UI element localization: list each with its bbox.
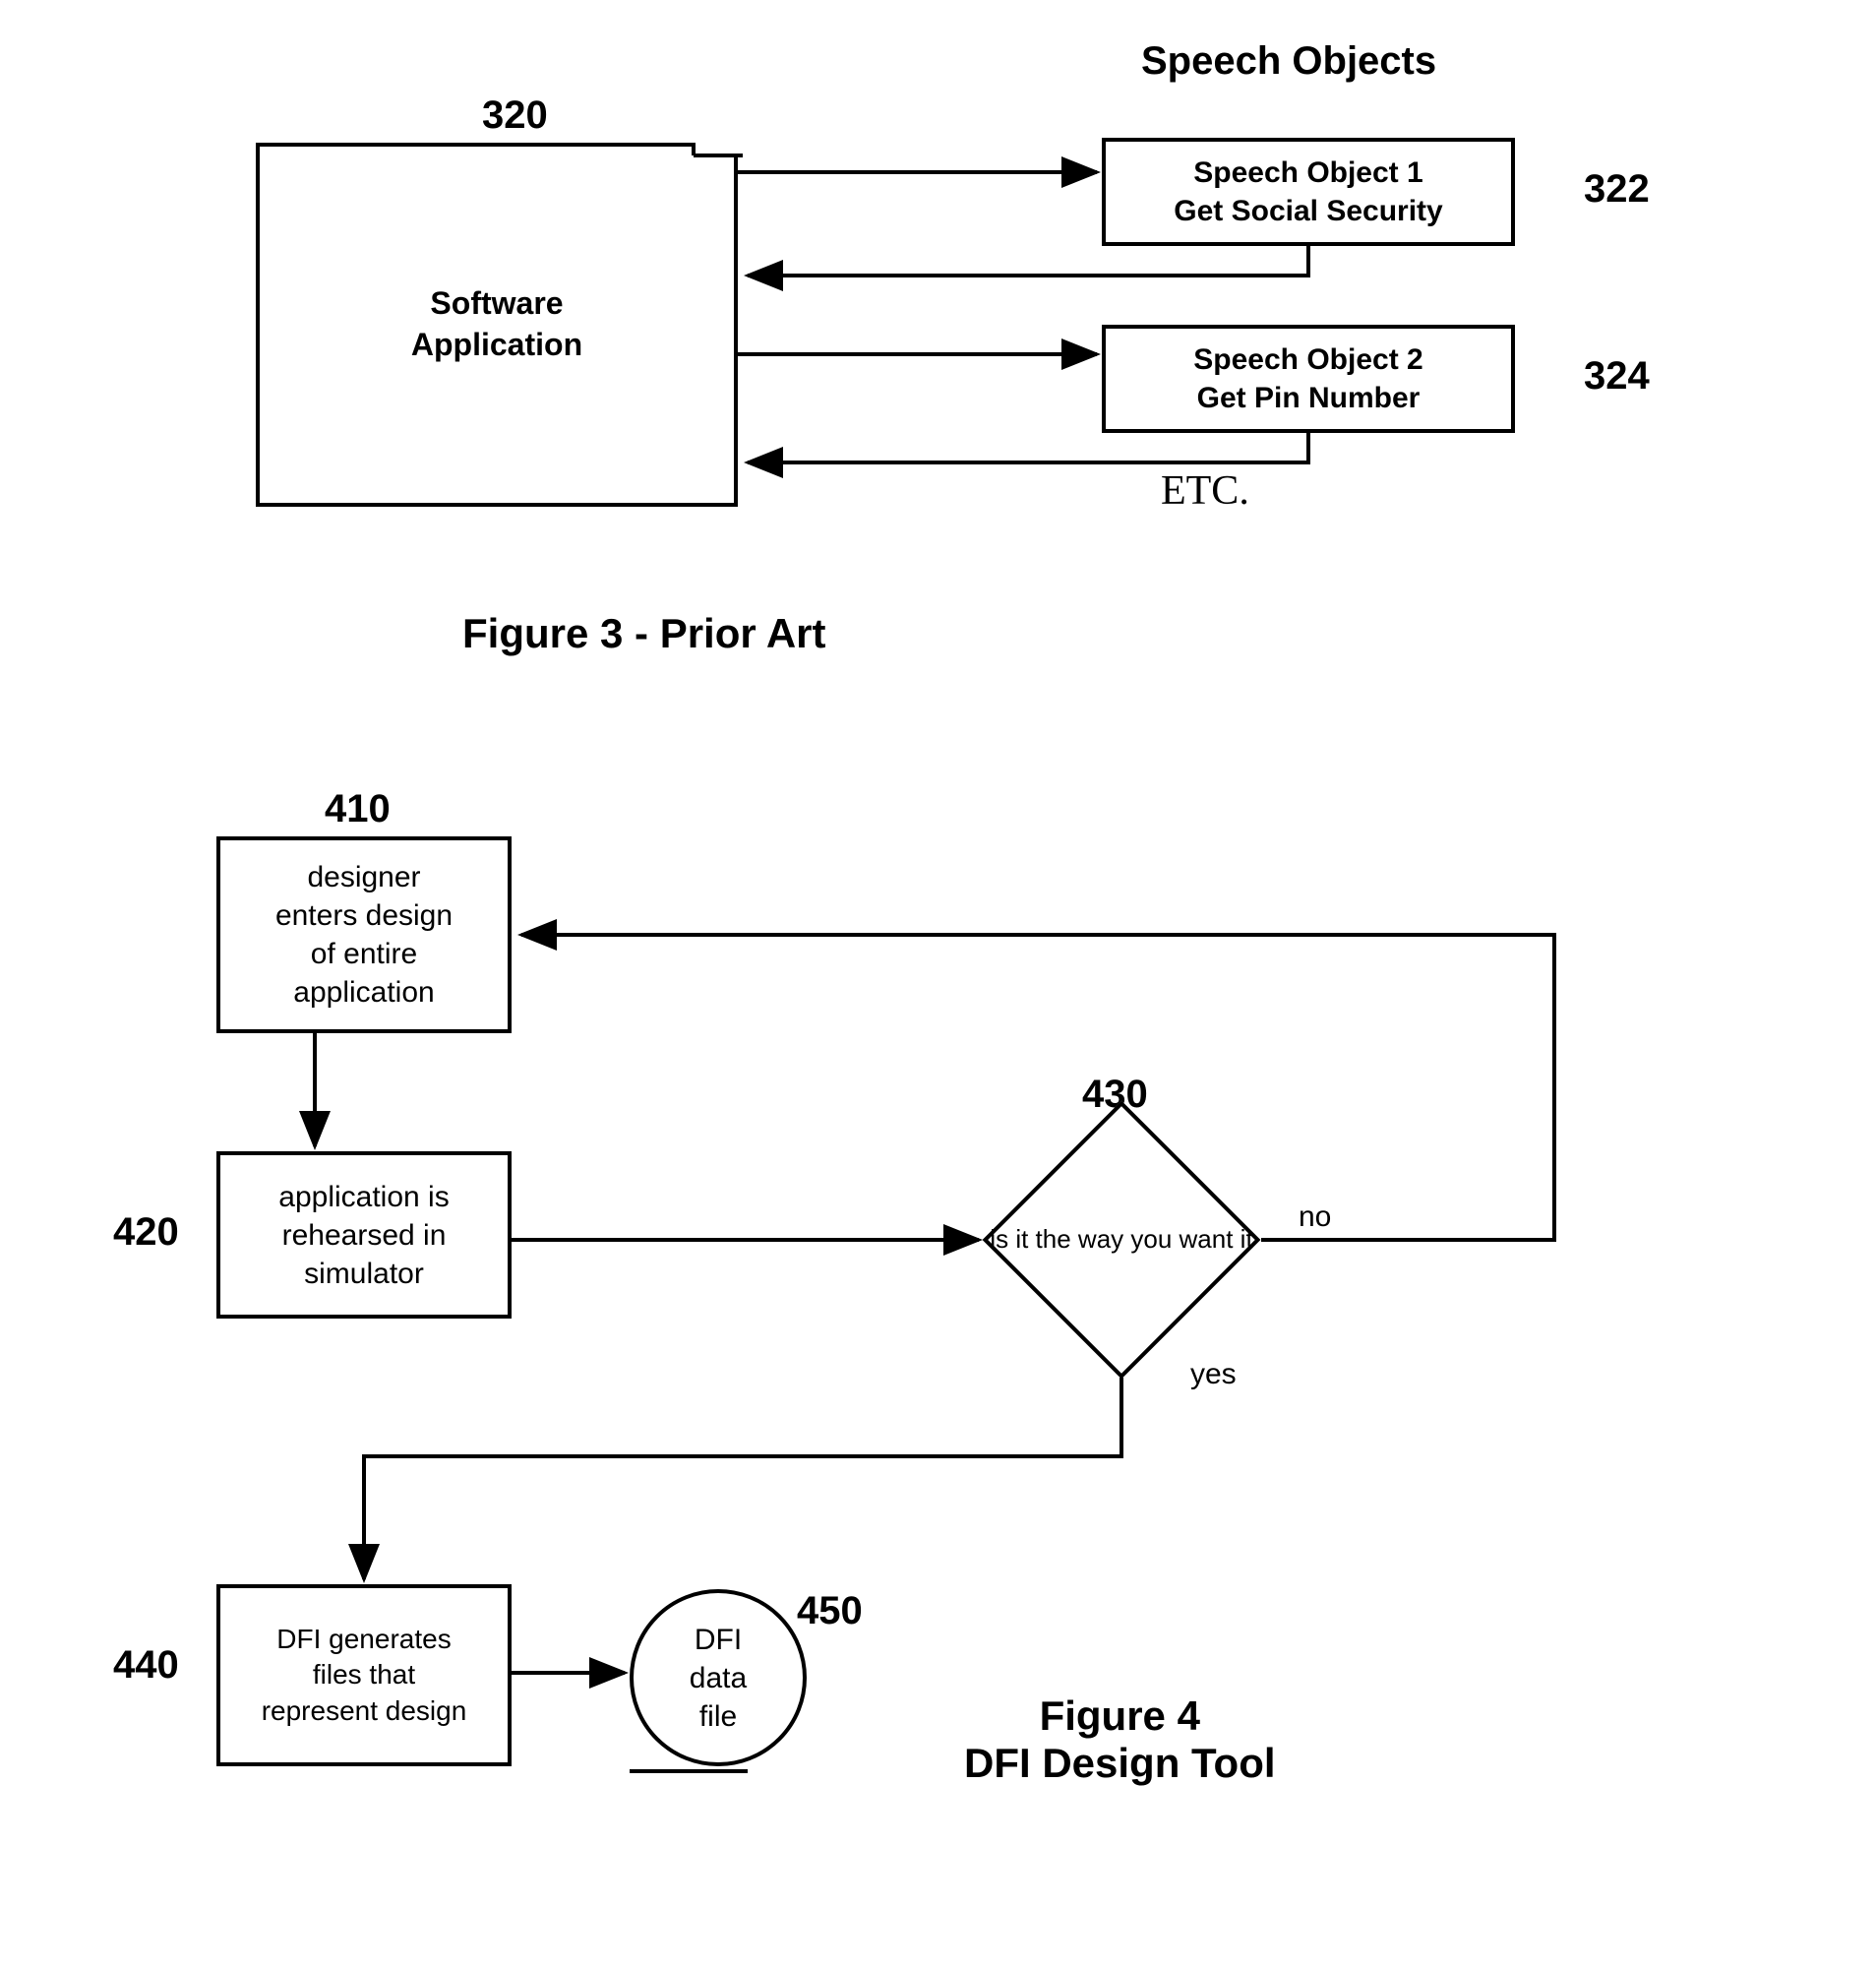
speech-object-2-text: Speech Object 2 Get Pin Number: [1193, 340, 1422, 417]
decision-430-text: is it the way you want it: [990, 1224, 1252, 1255]
edge-label-no: no: [1299, 1200, 1331, 1234]
software-application-box: Software Application: [256, 143, 738, 507]
speech-objects-heading: Speech Objects: [1141, 39, 1436, 84]
box-410-text: designer enters design of entire applica…: [275, 858, 453, 1012]
box-420-text: application is rehearsed in simulator: [278, 1178, 449, 1293]
speech-object-1-box: Speech Object 1 Get Social Security: [1102, 138, 1515, 246]
figure-3: Speech Objects 320 322 324 Software Appl…: [39, 39, 1837, 728]
software-application-text: Software Application: [411, 283, 582, 365]
figure3-caption: Figure 3 - Prior Art: [462, 610, 826, 657]
circle-450: DFI data file: [630, 1589, 807, 1766]
ref-label-324: 324: [1584, 354, 1650, 399]
edge-label-yes: yes: [1190, 1358, 1237, 1391]
ref-label-450: 450: [797, 1589, 863, 1633]
etc-text: ETC.: [1161, 467, 1249, 515]
ref-label-410: 410: [325, 787, 391, 831]
box-440-text: DFI generates files that represent desig…: [262, 1622, 467, 1729]
ref-label-320: 320: [482, 93, 548, 138]
figure4-caption-line1: Figure 4: [964, 1692, 1276, 1740]
decision-430: is it the way you want it: [984, 1102, 1259, 1378]
ref-label-440: 440: [113, 1643, 179, 1688]
ref-label-322: 322: [1584, 167, 1650, 212]
figure-4: 410 designer enters design of entire app…: [39, 787, 1837, 1870]
box-410: designer enters design of entire applica…: [216, 836, 512, 1033]
ref-label-420: 420: [113, 1210, 179, 1255]
box-420: application is rehearsed in simulator: [216, 1151, 512, 1319]
diagram-root: Speech Objects 320 322 324 Software Appl…: [39, 39, 1837, 1929]
speech-object-1-text: Speech Object 1 Get Social Security: [1174, 154, 1442, 230]
figure4-caption-line2: DFI Design Tool: [964, 1740, 1276, 1787]
box-440: DFI generates files that represent desig…: [216, 1584, 512, 1766]
figure4-caption: Figure 4 DFI Design Tool: [964, 1692, 1276, 1787]
speech-object-2-box: Speech Object 2 Get Pin Number: [1102, 325, 1515, 433]
circle-450-text: DFI data file: [690, 1621, 747, 1736]
